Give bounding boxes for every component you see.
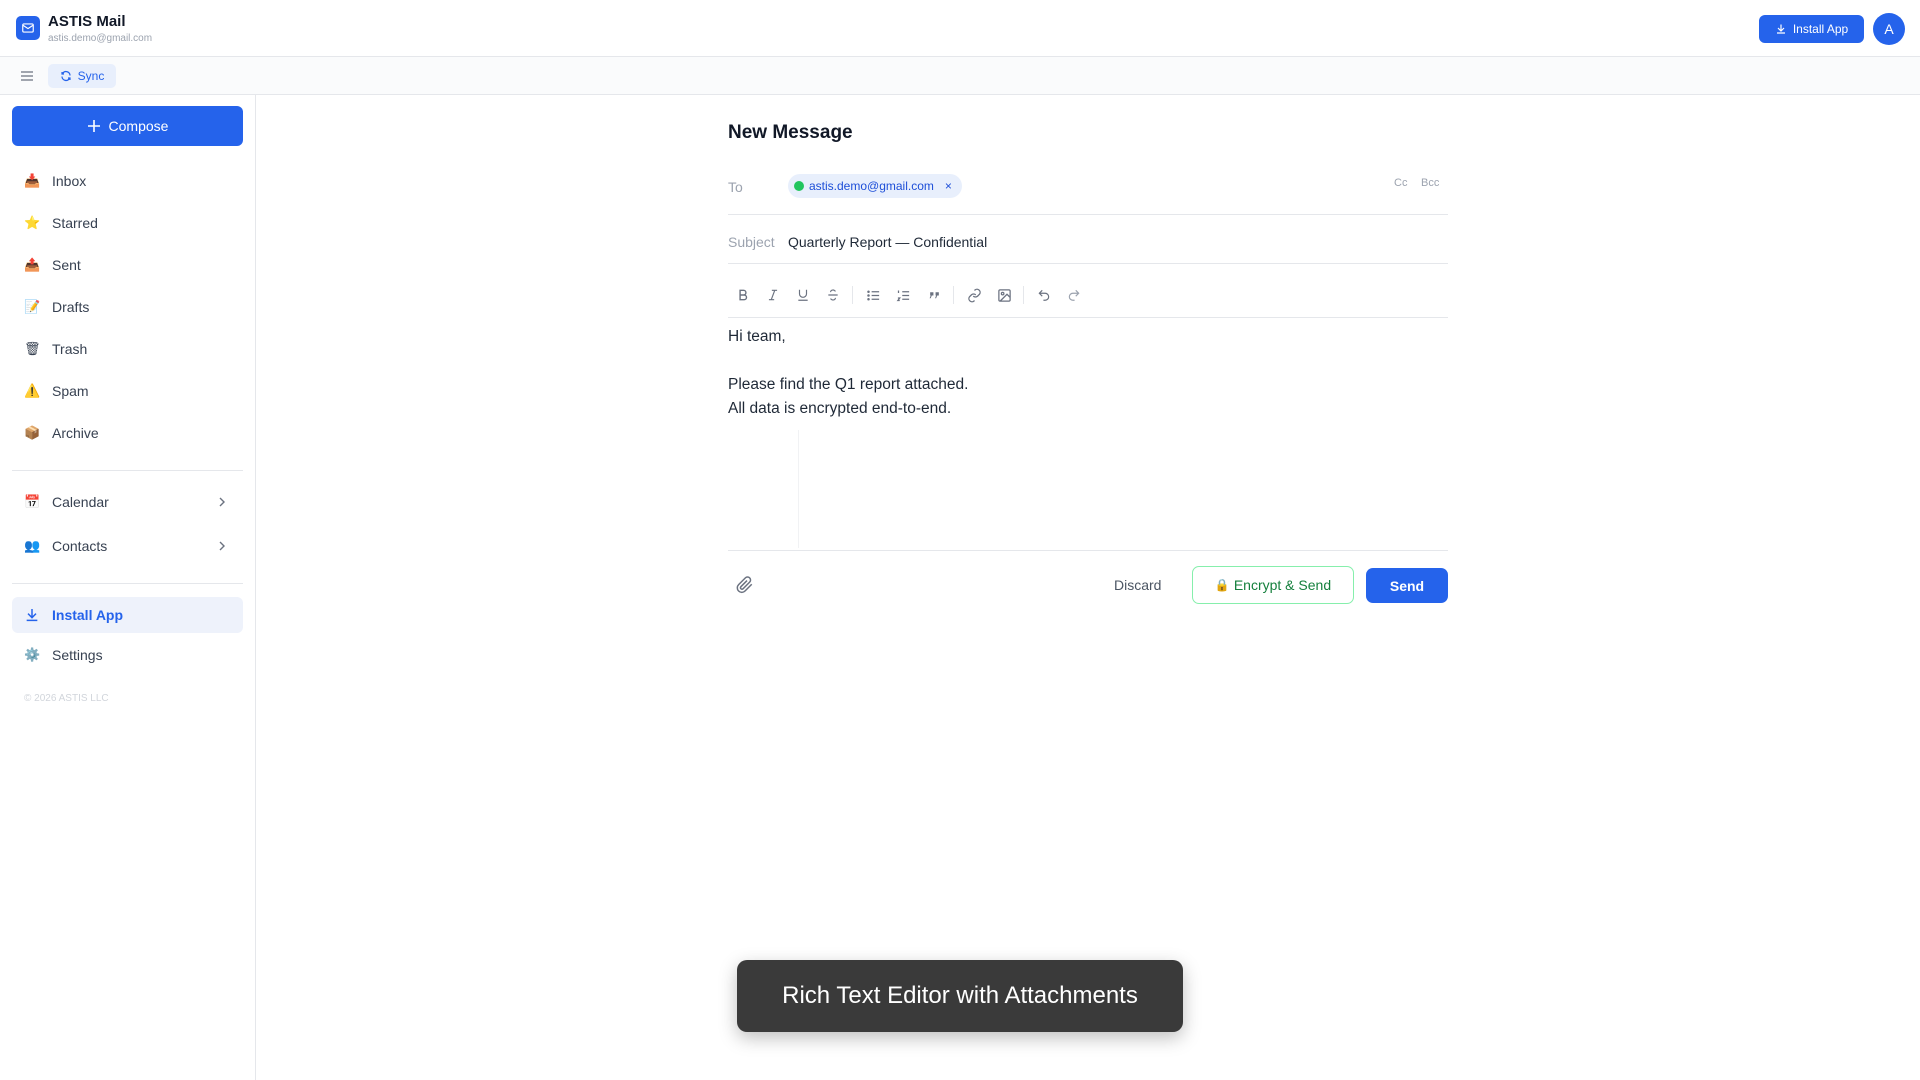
sidebar-item-label: Sent [52, 257, 81, 273]
sidebar-item-contacts[interactable]: 👥 Contacts [12, 528, 243, 564]
recipient-chip[interactable]: astis.demo@gmail.com × [788, 174, 962, 198]
inbox-tray-icon: 📥 [24, 173, 41, 188]
app-header: ASTIS Mail astis.demo@gmail.com Install … [0, 0, 1920, 57]
email-body-line[interactable]: Hi team, [728, 328, 786, 346]
quote-icon[interactable] [925, 286, 943, 304]
sidebar-item-label: Calendar [52, 494, 109, 510]
formatting-toolbar [728, 282, 1448, 308]
sidebar-item-calendar[interactable]: 📅 Calendar [12, 484, 243, 520]
sidebar: Compose 📥 Inbox ⭐ Starred 📤 Sent 📝 Draft… [0, 95, 256, 1080]
download-icon [24, 607, 40, 623]
discard-button[interactable]: Discard [1114, 577, 1161, 593]
bcc-button[interactable]: Bcc [1421, 177, 1439, 189]
sidebar-item-label: Settings [52, 647, 103, 663]
sidebar-item-label: Trash [52, 341, 88, 357]
email-body-line[interactable]: Please find the Q1 report attached. [728, 376, 968, 394]
star-icon: ⭐ [24, 215, 41, 230]
sidebar-item-starred[interactable]: ⭐ Starred [12, 205, 243, 241]
toolbar-divider [728, 317, 1448, 318]
sidebar-item-sent[interactable]: 📤 Sent [12, 247, 243, 283]
chevron-right-icon [219, 497, 225, 507]
chevron-right-icon [219, 541, 225, 551]
sidebar-install-app[interactable]: Install App [12, 597, 243, 633]
editor-guide [798, 430, 799, 548]
numbered-list-icon[interactable] [894, 286, 912, 304]
remove-recipient-icon[interactable]: × [945, 179, 952, 193]
cc-button[interactable]: Cc [1394, 177, 1407, 189]
outbox-tray-icon: 📤 [24, 257, 41, 272]
avatar[interactable]: A [1873, 13, 1905, 45]
link-icon[interactable] [965, 286, 983, 304]
warning-icon: ⚠️ [24, 383, 41, 398]
editor-bottom-divider [728, 550, 1448, 551]
refresh-icon [61, 71, 71, 81]
undo-icon[interactable] [1035, 286, 1053, 304]
to-label: To [728, 179, 743, 195]
page-title: New Message [728, 122, 853, 143]
compose-label: Compose [108, 118, 169, 134]
memo-icon: 📝 [24, 299, 41, 314]
email-body-line[interactable]: All data is encrypted end-to-end. [728, 400, 951, 418]
sidebar-item-label: Inbox [52, 173, 87, 189]
app-title: ASTIS Mail [48, 13, 126, 30]
plus-icon [87, 120, 100, 132]
sidebar-install-label: Install App [52, 607, 124, 623]
toolbar-separator [852, 286, 853, 304]
recipient-email: astis.demo@gmail.com [809, 179, 934, 193]
image-icon[interactable] [995, 286, 1013, 304]
sync-button[interactable]: Sync [48, 64, 116, 88]
toolbar-separator [1023, 286, 1024, 304]
italic-icon[interactable] [764, 286, 782, 304]
subject-label: Subject [728, 234, 775, 250]
wastebasket-icon: 🗑 [24, 341, 41, 356]
sidebar-item-settings[interactable]: ⚙️ Settings [12, 637, 243, 673]
gear-icon: ⚙️ [24, 647, 41, 662]
to-row-divider [728, 214, 1448, 215]
sidebar-item-label: Contacts [52, 538, 108, 554]
people-icon: 👥 [24, 538, 41, 553]
install-app-label: Install App [1792, 22, 1849, 36]
sidebar-item-archive[interactable]: 📦 Archive [12, 415, 243, 451]
package-icon: 📦 [24, 425, 41, 440]
sidebar-item-spam[interactable]: ⚠️ Spam [12, 373, 243, 409]
paperclip-icon[interactable] [736, 576, 754, 594]
lock-icon: 🔒 [1214, 578, 1230, 592]
encrypt-send-label: Encrypt & Send [1233, 577, 1332, 593]
download-icon [1776, 24, 1785, 34]
header-install-app-button[interactable]: Install App [1759, 15, 1864, 43]
sidebar-item-label: Spam [52, 383, 89, 399]
redo-icon[interactable] [1065, 286, 1083, 304]
menu-icon[interactable] [20, 69, 34, 83]
mail-logo-icon [16, 16, 40, 40]
account-email: astis.demo@gmail.com [48, 33, 153, 44]
sidebar-item-inbox[interactable]: 📥 Inbox [12, 163, 243, 199]
sub-toolbar: Sync [0, 57, 1920, 95]
feature-toast: Rich Text Editor with Attachments [737, 960, 1183, 1032]
calendar-icon: 📅 [24, 494, 41, 509]
sidebar-item-trash[interactable]: 🗑 Trash [12, 331, 243, 367]
bullet-list-icon[interactable] [864, 286, 882, 304]
subject-row-divider [728, 263, 1448, 264]
send-button[interactable]: Send [1366, 568, 1448, 603]
sidebar-divider [12, 583, 243, 584]
sidebar-item-label: Drafts [52, 299, 90, 315]
strikethrough-icon[interactable] [824, 286, 842, 304]
toolbar-separator [953, 286, 954, 304]
sidebar-item-label: Archive [52, 425, 99, 441]
underline-icon[interactable] [794, 286, 812, 304]
status-dot-icon [794, 181, 804, 191]
sidebar-divider [12, 470, 243, 471]
encrypt-send-button[interactable]: 🔒 Encrypt & Send [1192, 566, 1354, 604]
subject-input[interactable]: Quarterly Report — Confidential [788, 234, 987, 250]
sidebar-item-label: Starred [52, 215, 98, 231]
sync-label: Sync [77, 69, 105, 83]
bold-icon[interactable] [734, 286, 752, 304]
compose-button[interactable]: Compose [12, 106, 243, 146]
copyright: © 2026 ASTIS LLC [24, 693, 109, 704]
sidebar-item-drafts[interactable]: 📝 Drafts [12, 289, 243, 325]
